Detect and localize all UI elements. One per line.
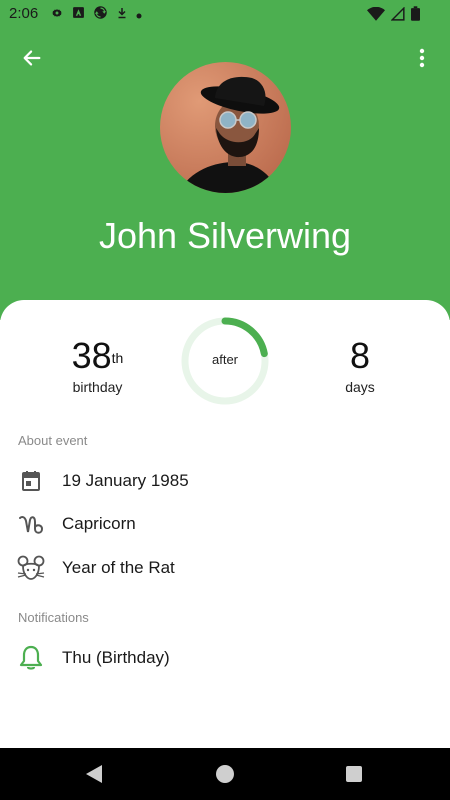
status-time: 2:06 — [9, 5, 39, 22]
capricorn-icon — [17, 510, 45, 538]
age-stat: 38th birthday — [50, 335, 145, 396]
back-button[interactable] — [16, 44, 48, 76]
overflow-menu-button[interactable] — [410, 44, 434, 76]
about-section-label: About event — [18, 433, 88, 448]
system-nav-bar — [0, 748, 450, 800]
status-bar: 2:06 — [0, 0, 450, 28]
signal-icon — [390, 5, 405, 26]
sync-icon — [93, 5, 108, 25]
chinese-zodiac: Year of the Rat — [62, 558, 175, 577]
notification-row[interactable]: Thu (Birthday) — [0, 638, 450, 678]
age-suffix: th — [111, 350, 124, 366]
chinese-zodiac-row[interactable]: Year of the Rat — [0, 548, 450, 588]
gear-icon — [50, 6, 64, 25]
days-label: days — [345, 379, 375, 395]
battery-icon — [411, 6, 420, 26]
nav-home-icon[interactable] — [216, 765, 234, 783]
wifi-icon — [367, 6, 385, 26]
days-stat: 8 days — [320, 335, 400, 396]
notifications-section-label: Notifications — [18, 610, 89, 625]
avatar — [160, 62, 291, 193]
nav-back-icon[interactable] — [85, 764, 103, 789]
date-row[interactable]: 19 January 1985 — [0, 461, 450, 501]
status-icons-right — [367, 5, 420, 26]
zodiac-sign: Capricorn — [62, 514, 136, 533]
status-icons-left — [50, 5, 142, 25]
dot-icon — [136, 6, 142, 24]
age-number: 38 — [71, 335, 112, 376]
more-vert-icon — [419, 48, 425, 73]
rat-icon — [17, 554, 45, 582]
bell-icon — [17, 644, 45, 672]
profile-header: John Silverwing — [0, 28, 450, 320]
birth-date: 19 January 1985 — [62, 471, 189, 490]
ring-label: after — [211, 352, 238, 367]
days-number: 8 — [349, 335, 371, 376]
arrow-back-icon — [21, 47, 43, 74]
notification-text: Thu (Birthday) — [62, 648, 170, 667]
nav-recents-icon[interactable] — [346, 766, 362, 782]
event-details-sheet: 38th birthday after 8 days About event 1… — [0, 300, 450, 748]
age-label: birthday — [72, 379, 123, 395]
calendar-icon — [17, 467, 45, 495]
a-icon — [72, 6, 85, 24]
profile-name: John Silverwing — [98, 215, 352, 256]
download-icon — [116, 6, 128, 25]
zodiac-row[interactable]: Capricorn — [0, 504, 450, 544]
